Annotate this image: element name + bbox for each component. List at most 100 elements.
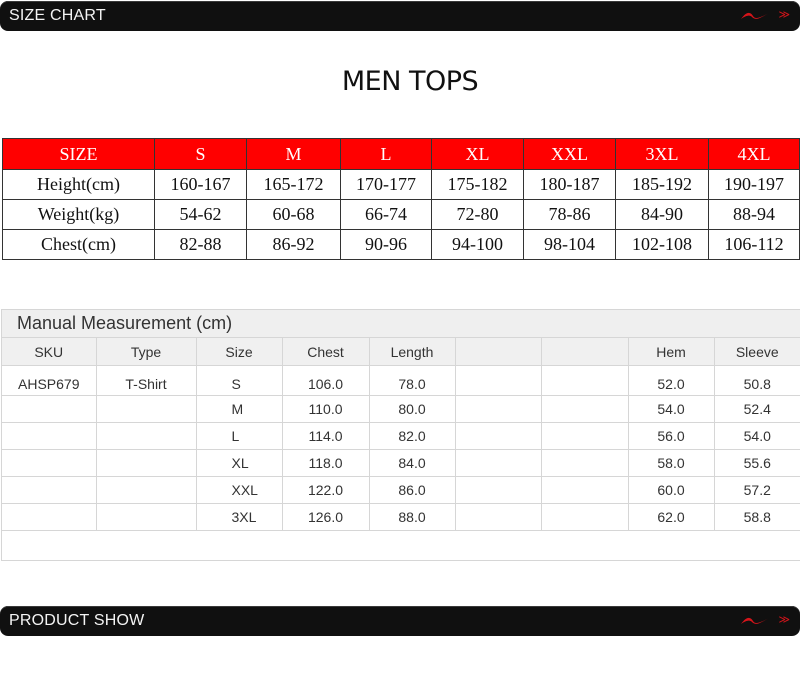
row-label: Chest(cm): [2, 229, 155, 260]
table-cell: 165-172: [246, 169, 341, 200]
table-cell: 102-108: [615, 229, 709, 260]
table-row: Weight(kg) 54-62 60-68 66-74 72-80 78-86…: [2, 199, 800, 230]
table-cell: 175-182: [431, 169, 524, 200]
column-header: [454, 338, 542, 366]
hem-cell: 54.0: [627, 395, 715, 423]
chest-cell: 126.0: [281, 503, 370, 531]
sku-cell: [2, 449, 97, 477]
table-cell: 82-88: [154, 229, 247, 260]
table-cell: 78-86: [523, 199, 616, 230]
empty-cell: [454, 476, 542, 504]
size-cell: L: [195, 422, 283, 450]
hem-cell: 56.0: [627, 422, 715, 450]
empty-cell: [454, 422, 542, 450]
page-title: MEN TOPS: [341, 66, 479, 97]
sku-cell: AHSP679: [2, 365, 97, 396]
empty-cell: [540, 395, 629, 423]
sku-cell: [2, 422, 97, 450]
header-cell: 3XL: [615, 138, 709, 170]
column-header: Size: [195, 338, 283, 366]
empty-cell: [454, 365, 542, 396]
column-header: Sleeve: [713, 338, 800, 366]
header-cell: XXL: [523, 138, 616, 170]
chest-cell: 118.0: [281, 449, 370, 477]
type-cell: [95, 503, 197, 531]
column-header: Hem: [627, 338, 715, 366]
size-cell: 3XL: [195, 503, 283, 531]
length-cell: 86.0: [368, 476, 456, 504]
table-row: M 110.0 80.0 54.0 52.4: [2, 395, 800, 423]
table-row: L 114.0 82.0 56.0 54.0: [2, 422, 800, 450]
table-cell: 160-167: [154, 169, 247, 200]
sku-cell: [2, 395, 97, 423]
empty-cell: [454, 449, 542, 477]
type-cell: [95, 449, 197, 477]
table-row: 3XL 126.0 88.0 62.0 58.8: [2, 503, 800, 531]
empty-cell: [540, 449, 629, 477]
measurement-header-row: SKU Type Size Chest Length Hem Sleeve: [2, 338, 800, 366]
brand-swoosh-icon: [741, 617, 769, 624]
size-cell: XXL: [195, 476, 283, 504]
empty-cell: [540, 365, 629, 396]
size-chart-header-row: SIZE S M L XL XXL 3XL 4XL: [2, 138, 800, 170]
empty-cell: [454, 395, 542, 423]
empty-cell: [540, 476, 629, 504]
length-cell: 82.0: [368, 422, 456, 450]
table-cell: 72-80: [431, 199, 524, 230]
chevron-right-icon: ≫: [778, 8, 790, 21]
table-cell: 94-100: [431, 229, 524, 260]
length-cell: 80.0: [368, 395, 456, 423]
sku-cell: [2, 503, 97, 531]
hem-cell: 52.0: [627, 365, 715, 396]
empty-cell: [540, 503, 629, 531]
size-chart-table: SIZE S M L XL XXL 3XL 4XL Height(cm) 160…: [2, 138, 800, 260]
table-row: XXL 122.0 86.0 60.0 57.2: [2, 476, 800, 504]
brand-swoosh-icon: [741, 12, 769, 19]
header-cell: L: [340, 138, 432, 170]
empty-cell: [454, 503, 542, 531]
table-row: Chest(cm) 82-88 86-92 90-96 94-100 98-10…: [2, 229, 800, 260]
chest-cell: 106.0: [281, 365, 370, 396]
type-cell: [95, 422, 197, 450]
chest-cell: 122.0: [281, 476, 370, 504]
manual-measurement-title: Manual Measurement (cm): [2, 310, 800, 338]
table-cell: 84-90: [615, 199, 709, 230]
column-header: [540, 338, 629, 366]
table-cell: 66-74: [340, 199, 432, 230]
manual-measurement-panel: Manual Measurement (cm) SKU Type Size Ch…: [1, 309, 800, 561]
table-cell: 88-94: [708, 199, 800, 230]
table-cell: 60-68: [246, 199, 341, 230]
sku-cell: [2, 476, 97, 504]
table-cell: 98-104: [523, 229, 616, 260]
hem-cell: 60.0: [627, 476, 715, 504]
product-show-banner: PRODUCT SHOW ≫: [0, 606, 800, 636]
table-row: AHSP679 T-Shirt S 106.0 78.0 52.0 50.8: [2, 365, 800, 396]
column-header: Length: [368, 338, 456, 366]
column-header: Type: [95, 338, 197, 366]
table-cell: 185-192: [615, 169, 709, 200]
table-cell: 106-112: [708, 229, 800, 260]
type-cell: [95, 476, 197, 504]
row-label: Height(cm): [2, 169, 155, 200]
length-cell: 84.0: [368, 449, 456, 477]
size-cell: XL: [195, 449, 283, 477]
banner-title: SIZE CHART: [9, 7, 106, 24]
table-row: XL 118.0 84.0 58.0 55.6: [2, 449, 800, 477]
length-cell: 88.0: [368, 503, 456, 531]
sleeve-cell: 58.8: [713, 503, 800, 531]
header-cell: S: [154, 138, 247, 170]
header-cell: 4XL: [708, 138, 800, 170]
empty-cell: [540, 422, 629, 450]
sleeve-cell: 55.6: [713, 449, 800, 477]
header-cell: XL: [431, 138, 524, 170]
hem-cell: 58.0: [627, 449, 715, 477]
column-header: Chest: [281, 338, 370, 366]
table-cell: 190-197: [708, 169, 800, 200]
chest-cell: 114.0: [281, 422, 370, 450]
size-cell: S: [195, 365, 283, 396]
sleeve-cell: 50.8: [713, 365, 800, 396]
table-cell: 180-187: [523, 169, 616, 200]
header-cell: SIZE: [2, 138, 155, 170]
column-header: SKU: [2, 338, 97, 366]
table-cell: 86-92: [246, 229, 341, 260]
